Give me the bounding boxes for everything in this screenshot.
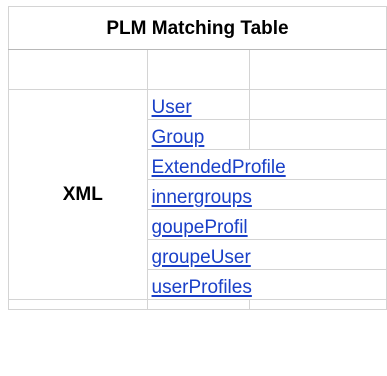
- empty-cell[interactable]: [8, 49, 148, 90]
- empty-cell[interactable]: [8, 299, 148, 310]
- tail-row: [8, 299, 387, 310]
- empty-cell[interactable]: [249, 49, 387, 90]
- link-userprofiles[interactable]: userProfiles: [152, 277, 252, 298]
- empty-cell[interactable]: [146, 49, 251, 90]
- table-row: XML User: [8, 89, 387, 300]
- link-cell: userProfiles: [146, 269, 387, 300]
- link-cell: Group: [146, 119, 251, 150]
- link-cell: groupeUser: [146, 239, 387, 270]
- table-title-row: PLM Matching Table: [8, 6, 387, 50]
- empty-cell[interactable]: [249, 89, 387, 120]
- table-title: PLM Matching Table: [8, 6, 387, 50]
- empty-cell[interactable]: [249, 299, 387, 310]
- link-extendedprofile[interactable]: ExtendedProfile: [152, 157, 286, 178]
- row-label-xml: XML: [8, 89, 148, 300]
- spreadsheet-view: PLM Matching Table XML User Group Extend…: [0, 0, 387, 376]
- empty-cell[interactable]: [249, 119, 387, 150]
- link-cell: goupeProfil: [146, 209, 387, 240]
- link-user[interactable]: User: [152, 97, 192, 118]
- link-groupeuser[interactable]: groupeUser: [152, 247, 251, 268]
- link-cell: ExtendedProfile: [146, 149, 387, 180]
- link-goupeprofil[interactable]: goupeProfil: [152, 217, 248, 238]
- link-group[interactable]: Group: [152, 127, 205, 148]
- link-cell: User: [146, 89, 251, 120]
- empty-cell[interactable]: [146, 299, 251, 310]
- link-innergroups[interactable]: innergroups: [152, 187, 252, 208]
- empty-row: [8, 49, 387, 90]
- plm-matching-table: PLM Matching Table XML User Group Extend…: [8, 6, 387, 310]
- link-cell: innergroups: [146, 179, 387, 210]
